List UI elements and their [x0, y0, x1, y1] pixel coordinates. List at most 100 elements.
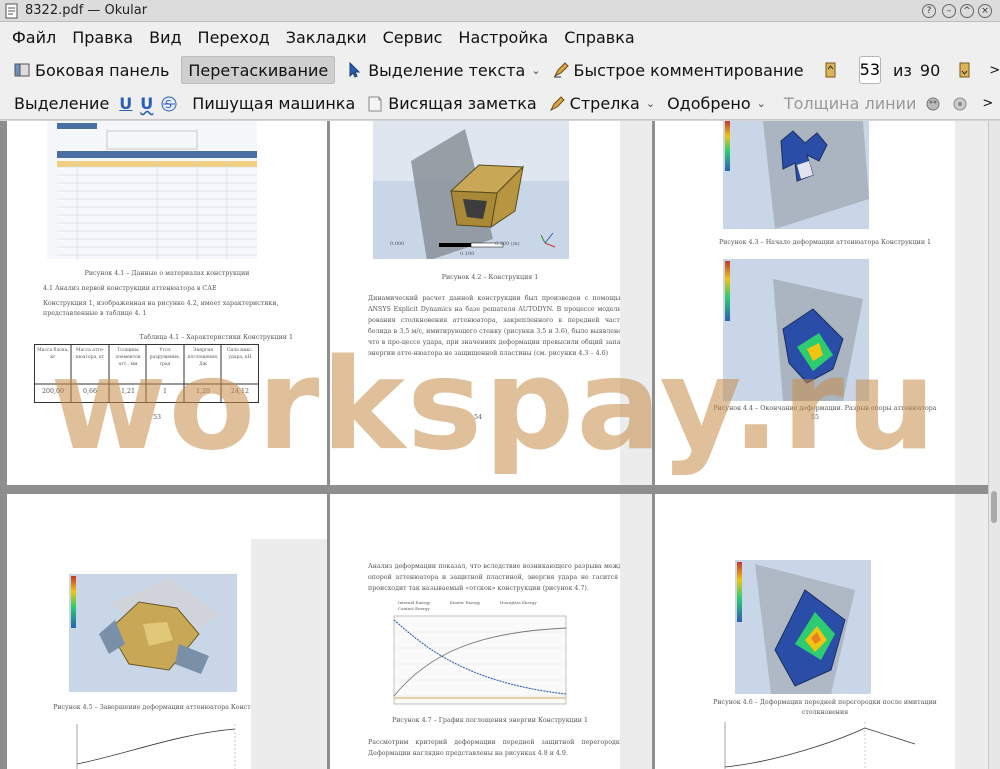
- pen-icon: [549, 95, 565, 112]
- title-bar: 8322.pdf — Okular ? – ^ ×: [0, 0, 1000, 22]
- color-button[interactable]: [922, 90, 949, 118]
- menu-tools[interactable]: Сервис: [375, 28, 451, 47]
- page-53: Рисунок 4.1 – Данные о материалах констр…: [7, 121, 327, 485]
- menu-bookmarks[interactable]: Закладки: [278, 28, 375, 47]
- maximize-icon[interactable]: ^: [960, 4, 974, 18]
- page-gutter: [251, 539, 327, 769]
- legend-kinetic: Kinetic Energy: [450, 600, 481, 605]
- arrow-tool-button[interactable]: Стрелка ⌄: [543, 90, 661, 118]
- chevron-down-icon[interactable]: ⌄: [757, 97, 766, 110]
- sticky-note-label: Висящая заметка: [388, 94, 537, 113]
- toolbar-overflow-icon[interactable]: >: [983, 56, 1000, 84]
- table-cell: 24,12: [230, 388, 250, 395]
- page-number-input[interactable]: 53: [858, 56, 881, 84]
- deformation-chart-thumbnail: [724, 722, 916, 769]
- close-icon[interactable]: ×: [978, 4, 992, 18]
- browse-mode-button[interactable]: Перетаскивание: [181, 56, 336, 84]
- annotation-toolbar: Выделение U U S Пишущая машинка Висящая …: [0, 88, 1000, 120]
- document-view[interactable]: Рисунок 4.1 – Данные о материалах констр…: [0, 121, 988, 769]
- page-55: Рисунок 4.3 – Начало деформации аттенюат…: [655, 121, 988, 485]
- page-total-label: 90: [919, 60, 941, 80]
- page-gutter: [620, 494, 652, 769]
- strikeout-icon: S: [161, 96, 177, 112]
- figure-caption: Рисунок 4.2 – Конструкция 1: [441, 274, 539, 281]
- figure-caption: Рисунок 4.6 – Деформация передней перего…: [713, 699, 937, 716]
- scrollbar-thumb[interactable]: [991, 491, 997, 523]
- squiggly-icon: U: [140, 94, 154, 113]
- squiggly-button[interactable]: U: [136, 90, 157, 118]
- figure-caption: Рисунок 4.3 – Начало деформации аттенюат…: [718, 239, 932, 246]
- table-cell: 200,00: [41, 388, 65, 395]
- scale-left-label: 0.000: [390, 241, 405, 247]
- scale-mid-label: 0.100: [460, 251, 475, 257]
- table-cell: 1: [162, 388, 167, 395]
- deformation-start-render: [723, 121, 869, 229]
- main-toolbar: Боковая панель Перетаскивание Выделение …: [0, 52, 1000, 88]
- chevron-down-icon[interactable]: ⌄: [646, 97, 655, 110]
- page-of-label: из: [893, 60, 912, 80]
- stamp-label: Одобрено: [667, 94, 751, 113]
- page-number: 54: [473, 414, 482, 421]
- underline-button[interactable]: U: [115, 90, 136, 118]
- strikeout-button[interactable]: S: [157, 90, 186, 118]
- highlight-button[interactable]: Выделение: [8, 90, 115, 118]
- paragraph: Конструкция 1, изображенная на рисунке 4…: [43, 300, 279, 317]
- quick-annotate-label: Быстрое комментирование: [573, 60, 804, 80]
- front-plate-deformation-render: [735, 560, 871, 694]
- vertical-scrollbar[interactable]: [988, 121, 1000, 769]
- next-page-button[interactable]: [950, 56, 983, 84]
- table-cell: 0,66: [82, 388, 98, 395]
- quick-annotate-button[interactable]: Быстрое комментирование: [547, 56, 810, 84]
- sidebar-button[interactable]: Боковая панель: [8, 56, 175, 84]
- chevron-down-icon[interactable]: ⌄: [531, 64, 540, 77]
- legend-contact: Contact Energy: [398, 606, 430, 611]
- menu-file[interactable]: Файл: [4, 28, 64, 47]
- table-cell: 1,20: [195, 388, 211, 395]
- palette-icon: [925, 96, 941, 112]
- menu-go[interactable]: Переход: [190, 28, 278, 47]
- energy-chart: [393, 615, 567, 705]
- page-54: 0.000 0.200 (m) 0.100 Рисунок 4.2 – Конс…: [330, 121, 652, 485]
- table-header: Угол разрушения, град: [149, 348, 181, 367]
- legend-hourglass: Hourglass Energy: [500, 600, 537, 605]
- page-58: Рисунок 4.6 – Деформация передней перего…: [655, 494, 988, 769]
- menu-help[interactable]: Справка: [556, 28, 643, 47]
- deformation-end-render: [723, 259, 869, 401]
- sidebar-label: Боковая панель: [35, 60, 170, 80]
- table-header: Энергия поглощения, Дж: [187, 348, 219, 367]
- text-select-label: Выделение текста: [368, 60, 526, 80]
- page-56: Рисунок 4.5 – Завершение деформации атте…: [7, 494, 327, 769]
- stamp-button[interactable]: Одобрено ⌄: [661, 90, 772, 118]
- table-header: Толщина элементов атт., мм: [115, 348, 141, 367]
- opacity-button[interactable]: [949, 90, 976, 118]
- figure-caption: Рисунок 4.7 – График поглощения энергии …: [392, 717, 588, 724]
- page-57: Анализ деформации показал, что вследстви…: [330, 494, 652, 769]
- table-header: Масса блока, кг: [37, 348, 69, 360]
- section-heading: 4.1 Анализ первой конструкции аттенюатор…: [43, 285, 217, 292]
- toolbar-overflow-icon[interactable]: >: [976, 90, 999, 118]
- browse-label: Перетаскивание: [188, 60, 329, 80]
- line-width-button[interactable]: Толщина линии: [778, 90, 923, 118]
- force-chart-thumbnail: [76, 724, 236, 769]
- menu-view[interactable]: Вид: [141, 28, 189, 47]
- window-menu-icon[interactable]: ?: [922, 4, 936, 18]
- page-gutter: [955, 121, 988, 485]
- text-select-button[interactable]: Выделение текста ⌄: [341, 56, 546, 84]
- table-title: Таблица 4.1 – Характеристики Конструкции…: [139, 334, 293, 341]
- page-next-icon: [956, 62, 972, 78]
- line-width-label: Толщина линии: [783, 94, 917, 113]
- minimize-icon[interactable]: –: [942, 4, 956, 18]
- sticky-note-button[interactable]: Висящая заметка: [361, 90, 542, 118]
- previous-page-button[interactable]: [816, 56, 849, 84]
- menu-settings[interactable]: Настройка: [450, 28, 556, 47]
- table-header: Сила макс. удара, кН: [226, 348, 254, 360]
- okular-app-icon: [5, 3, 19, 19]
- typewriter-button[interactable]: Пишущая машинка: [186, 90, 361, 118]
- page-gutter: [955, 494, 988, 769]
- highlight-label: Выделение: [14, 94, 110, 113]
- page-gutter: [620, 121, 652, 485]
- menu-edit[interactable]: Правка: [64, 28, 141, 47]
- arrow-tool-label: Стрелка: [569, 94, 640, 113]
- materials-table-screenshot: [47, 121, 257, 259]
- paragraph: Рассмотрим критерий деформации передней …: [368, 739, 626, 757]
